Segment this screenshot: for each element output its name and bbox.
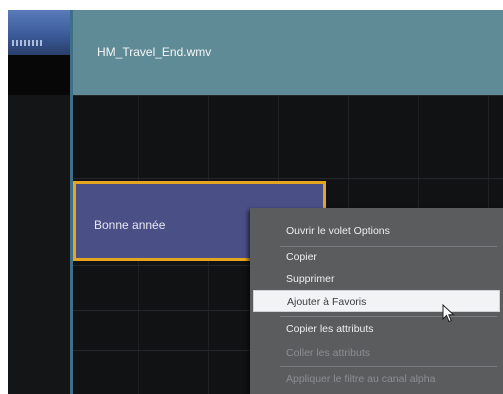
- menu-separator: [280, 316, 497, 317]
- menu-item-apply-alpha-filter[interactable]: Appliquer le filtre au canal alpha: [250, 368, 503, 390]
- video-thumbnail: [8, 10, 70, 55]
- menu-item-copy-attributes[interactable]: Copier les attributs: [250, 318, 503, 340]
- menu-item-add-favorites[interactable]: Ajouter à Favoris: [253, 290, 500, 312]
- menu-item-copy[interactable]: Copier: [250, 246, 503, 268]
- mouse-pointer-icon: [442, 304, 455, 323]
- menu-item-paste-attributes[interactable]: Coller les attributs: [250, 342, 503, 364]
- menu-item-open-options[interactable]: Ouvrir le volet Options: [250, 220, 503, 242]
- video-clip-name: HM_Travel_End.wmv: [97, 45, 212, 59]
- video-clip[interactable]: HM_Travel_End.wmv: [73, 10, 503, 95]
- title-clip-name: Bonne année: [94, 218, 166, 232]
- thumbnail-detail: [12, 40, 42, 46]
- menu-item-delete[interactable]: Supprimer: [250, 268, 503, 290]
- thumbnail-shadow: [8, 55, 70, 95]
- track-header-column: [8, 10, 70, 394]
- track-divider: [8, 95, 503, 96]
- context-menu: Ouvrir le volet Options Copier Supprimer…: [250, 208, 503, 394]
- track-divider: [8, 178, 503, 179]
- menu-separator: [280, 366, 497, 367]
